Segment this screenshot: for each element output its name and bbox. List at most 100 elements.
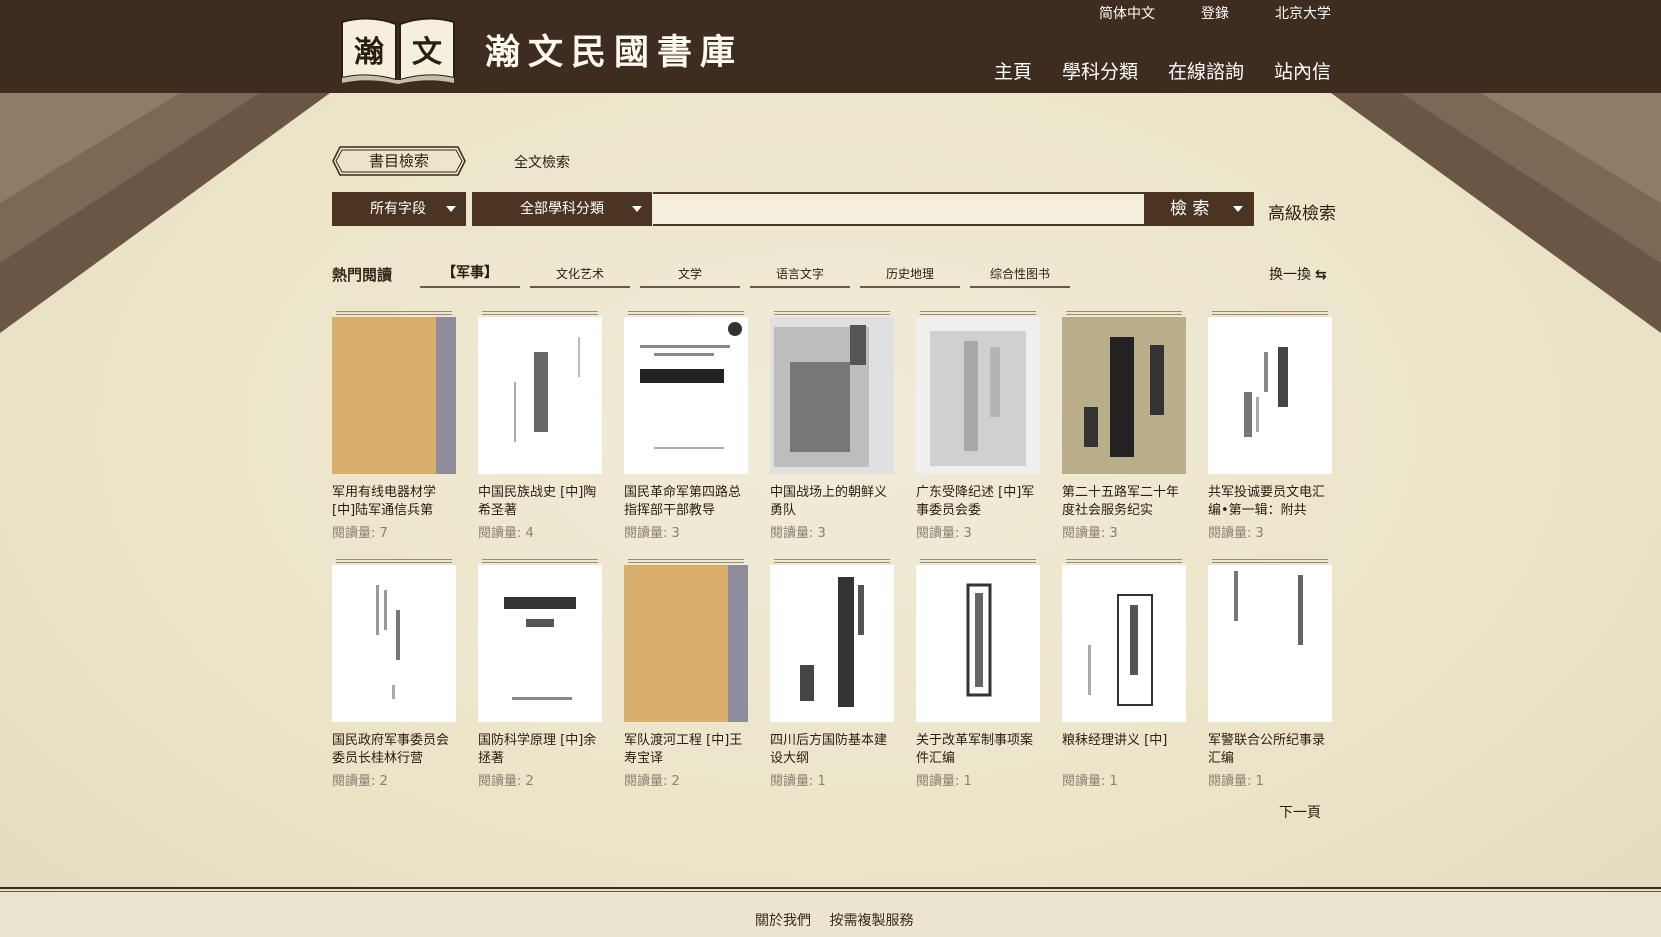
top-links: 简体中文 登錄 北京大学: [1099, 3, 1331, 23]
book-cover[interactable]: [916, 559, 1040, 722]
footer-divider: [0, 887, 1661, 889]
advanced-search-link[interactable]: 高級檢索: [1268, 199, 1336, 224]
chevron-down-icon: [632, 206, 642, 212]
book-logo-icon[interactable]: 瀚 文: [338, 14, 458, 84]
tab-catalog-search[interactable]: 書目檢索: [332, 146, 466, 176]
book-cover-image: [1208, 317, 1332, 474]
book-title[interactable]: 粮秣经理讲义 [中]: [1062, 732, 1186, 768]
book-cover-image: [624, 565, 748, 722]
read-count: 閱讀量: 1: [916, 774, 972, 789]
book-cover-image: [332, 565, 456, 722]
main-nav: 主頁 學科分類 在線諮詢 站內信: [994, 57, 1331, 84]
book-title[interactable]: 国民革命军第四路总指挥部干部教导: [624, 484, 748, 520]
book-cover-image: [1208, 565, 1332, 722]
read-count: 閱讀量: 3: [1208, 526, 1264, 541]
book-cover[interactable]: [1208, 559, 1332, 722]
about-link[interactable]: 關於我們: [755, 913, 811, 929]
book-title[interactable]: 军用有线电器材学 [中]陆军通信兵第: [332, 484, 456, 520]
book-title[interactable]: 中国民族战史 [中]陶希圣著: [478, 484, 602, 520]
book-cover[interactable]: [624, 559, 748, 722]
book-title[interactable]: 军警联合公所纪事录汇编: [1208, 732, 1332, 768]
field-select-value: 所有字段: [370, 201, 426, 217]
book-cover[interactable]: [1062, 311, 1186, 474]
site-title: 瀚文民國書庫: [485, 32, 744, 73]
book-title[interactable]: 第二十五路军二十年度社会服务纪实: [1062, 484, 1186, 520]
book-title[interactable]: 军队渡河工程 [中]王寿宝译: [624, 732, 748, 768]
book-cover-image: [332, 317, 456, 474]
language-link[interactable]: 简体中文: [1099, 3, 1155, 23]
search-button-label: 檢 索: [1170, 199, 1210, 219]
svg-text:瀚: 瀚: [354, 35, 384, 70]
book-title[interactable]: 广东受降纪述 [中]军事委员会委: [916, 484, 1040, 520]
book-cover-image: [916, 565, 1040, 722]
book-cover[interactable]: [1062, 559, 1186, 722]
next-page-link[interactable]: 下一頁: [1279, 802, 1321, 822]
book-title[interactable]: 中国战场上的朝鲜义勇队: [770, 484, 894, 520]
book-title[interactable]: 四川后方国防基本建设大纲: [770, 732, 894, 768]
site-header: 瀚 文 瀚文民國書庫 简体中文 登錄 北京大学 主頁 學科分類 在線諮詢 站內信: [0, 0, 1661, 93]
book-cover-image: [624, 317, 748, 474]
book-cover[interactable]: [916, 311, 1040, 474]
category-tab-literature[interactable]: 文学: [640, 262, 740, 288]
tab-catalog-label: 書目檢索: [368, 152, 429, 170]
book-cover[interactable]: [478, 559, 602, 722]
book-cover[interactable]: [332, 559, 456, 722]
nav-subjects[interactable]: 學科分類: [1062, 57, 1138, 84]
nav-home[interactable]: 主頁: [994, 57, 1032, 84]
tab-fulltext-search[interactable]: 全文檢索: [514, 152, 570, 172]
login-link[interactable]: 登錄: [1201, 3, 1229, 23]
book-cover[interactable]: [770, 311, 894, 474]
read-count: 閱讀量: 1: [770, 774, 826, 789]
print-service-link[interactable]: 按需複製服務: [829, 913, 913, 929]
read-count: 閱讀量: 2: [332, 774, 388, 789]
category-tab-general[interactable]: 综合性图书: [970, 262, 1070, 288]
svg-text:文: 文: [412, 35, 442, 70]
read-count: 閱讀量: 7: [332, 526, 388, 541]
book-title[interactable]: 国民政府军事委员会委员长桂林行营: [332, 732, 456, 768]
book-title[interactable]: 国防科学原理 [中]余拯著: [478, 732, 602, 768]
right-curtain-decoration: [1331, 93, 1661, 333]
refresh-label: 换一換: [1269, 267, 1311, 283]
nav-messages[interactable]: 站內信: [1274, 57, 1331, 84]
book-cover[interactable]: [770, 559, 894, 722]
nav-consult[interactable]: 在線諮詢: [1168, 57, 1244, 84]
chevron-down-icon: [1233, 206, 1243, 212]
search-input[interactable]: [653, 192, 1146, 226]
read-count: 閱讀量: 1: [1062, 774, 1118, 789]
hot-reading-label: 熱門閱讀: [332, 266, 393, 284]
book-cover-image: [770, 317, 894, 474]
category-tab-culture-art[interactable]: 文化艺术: [530, 262, 630, 288]
book-cover-image: [1062, 317, 1186, 474]
category-tab-language[interactable]: 语言文字: [750, 262, 850, 288]
institution-link[interactable]: 北京大学: [1275, 3, 1331, 23]
book-cover[interactable]: [1208, 311, 1332, 474]
site-footer: 關於我們 按需複製服務: [0, 892, 1661, 937]
read-count: 閱讀量: 3: [916, 526, 972, 541]
book-cover[interactable]: [478, 311, 602, 474]
search-bar: 所有字段 全部學科分類 檢 索: [332, 192, 1254, 226]
read-count: 閱讀量: 1: [1208, 774, 1264, 789]
refresh-icon: ⇆: [1315, 267, 1327, 283]
field-select[interactable]: 所有字段: [332, 192, 466, 226]
book-cover[interactable]: [624, 311, 748, 474]
read-count: 閱讀量: 3: [770, 526, 826, 541]
chevron-down-icon: [446, 206, 456, 212]
book-cover-image: [1062, 565, 1186, 722]
book-title[interactable]: 关于改革军制事项案件汇编: [916, 732, 1040, 768]
refresh-button[interactable]: 换一換 ⇆: [1269, 264, 1327, 284]
book-cover-image: [478, 565, 602, 722]
book-cover-image: [916, 317, 1040, 474]
hot-reading-bar: 熱門閱讀 【军事】 文化艺术 文学 语言文字 历史地理 综合性图书: [332, 262, 1332, 288]
category-select[interactable]: 全部學科分類: [472, 192, 652, 226]
category-select-value: 全部學科分類: [520, 201, 604, 217]
category-tab-military[interactable]: 【军事】: [420, 262, 520, 288]
read-count: 閱讀量: 4: [478, 526, 534, 541]
book-title[interactable]: 共军投诚要员文电汇编•第一辑：附共: [1208, 484, 1332, 520]
search-tabs: 書目檢索 全文檢索: [332, 146, 732, 176]
book-cover[interactable]: [332, 311, 456, 474]
read-count: 閱讀量: 2: [624, 774, 680, 789]
book-cover-image: [478, 317, 602, 474]
category-tab-history-geo[interactable]: 历史地理: [860, 262, 960, 288]
read-count: 閱讀量: 3: [624, 526, 680, 541]
search-button[interactable]: 檢 索: [1144, 192, 1254, 226]
